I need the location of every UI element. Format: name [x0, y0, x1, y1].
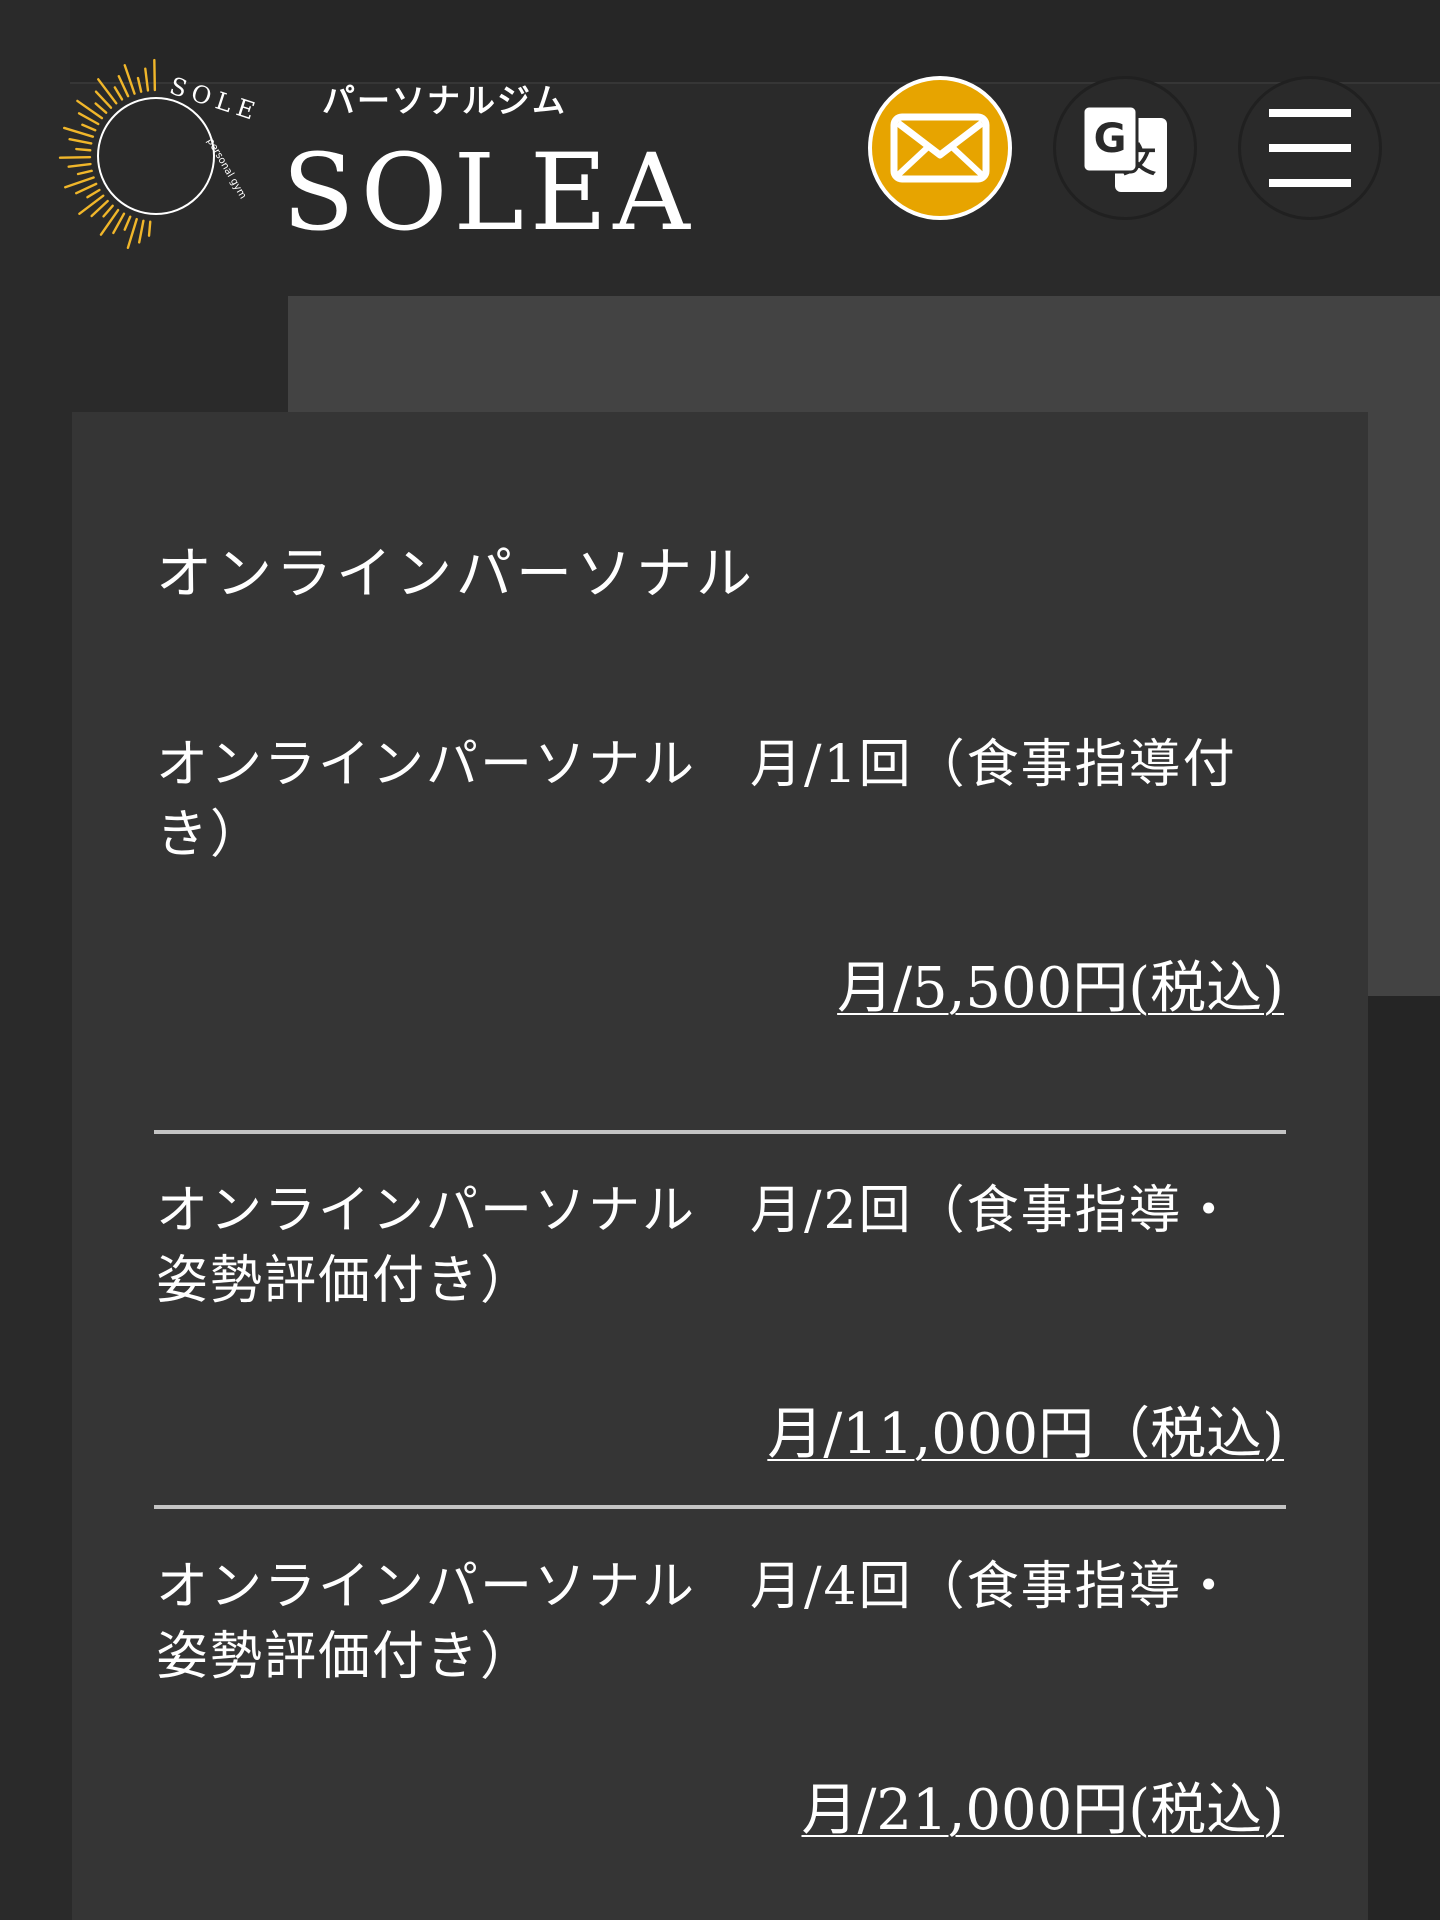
- mail-button[interactable]: [868, 76, 1012, 220]
- brand-title[interactable]: SOLEA: [282, 138, 696, 248]
- plan-name: オンラインパーソナル 月/2回（食事指導・姿勢評価付き）: [156, 1181, 1237, 1311]
- envelope-icon: [890, 113, 990, 183]
- hamburger-menu-icon: [1269, 109, 1351, 187]
- plan-divider: [154, 1505, 1286, 1509]
- plan-name: オンラインパーソナル 月/4回（食事指導・姿勢評価付き）: [156, 1557, 1237, 1687]
- plan-price[interactable]: 月/5,500円(税込): [837, 954, 1284, 1024]
- pricing-card: [72, 412, 1368, 1920]
- background-edge: [1366, 996, 1440, 1920]
- solea-logo[interactable]: SOLEA personal gym: [56, 56, 256, 256]
- site-header: SOLEA personal gym パーソナルジム SOLEA 文 G: [0, 0, 1440, 296]
- menu-button[interactable]: [1238, 76, 1382, 220]
- plan-price[interactable]: 月/11,000円（税込): [767, 1400, 1284, 1470]
- plan-price[interactable]: 月/21,000円(税込): [801, 1776, 1284, 1846]
- plan-name: オンラインパーソナル 月/1回（食事指導付き）: [156, 735, 1237, 865]
- svg-text:G: G: [1094, 116, 1127, 162]
- section-title: オンラインパーソナル: [156, 542, 756, 607]
- plan-divider: [154, 1130, 1286, 1134]
- logo-subtext: personal gym: [204, 136, 248, 201]
- translate-button[interactable]: 文 G: [1053, 76, 1197, 220]
- brand-subtitle: パーソナルジム: [322, 81, 567, 120]
- header-top-strip: [70, 0, 1440, 84]
- google-translate-icon: 文 G: [1081, 104, 1167, 192]
